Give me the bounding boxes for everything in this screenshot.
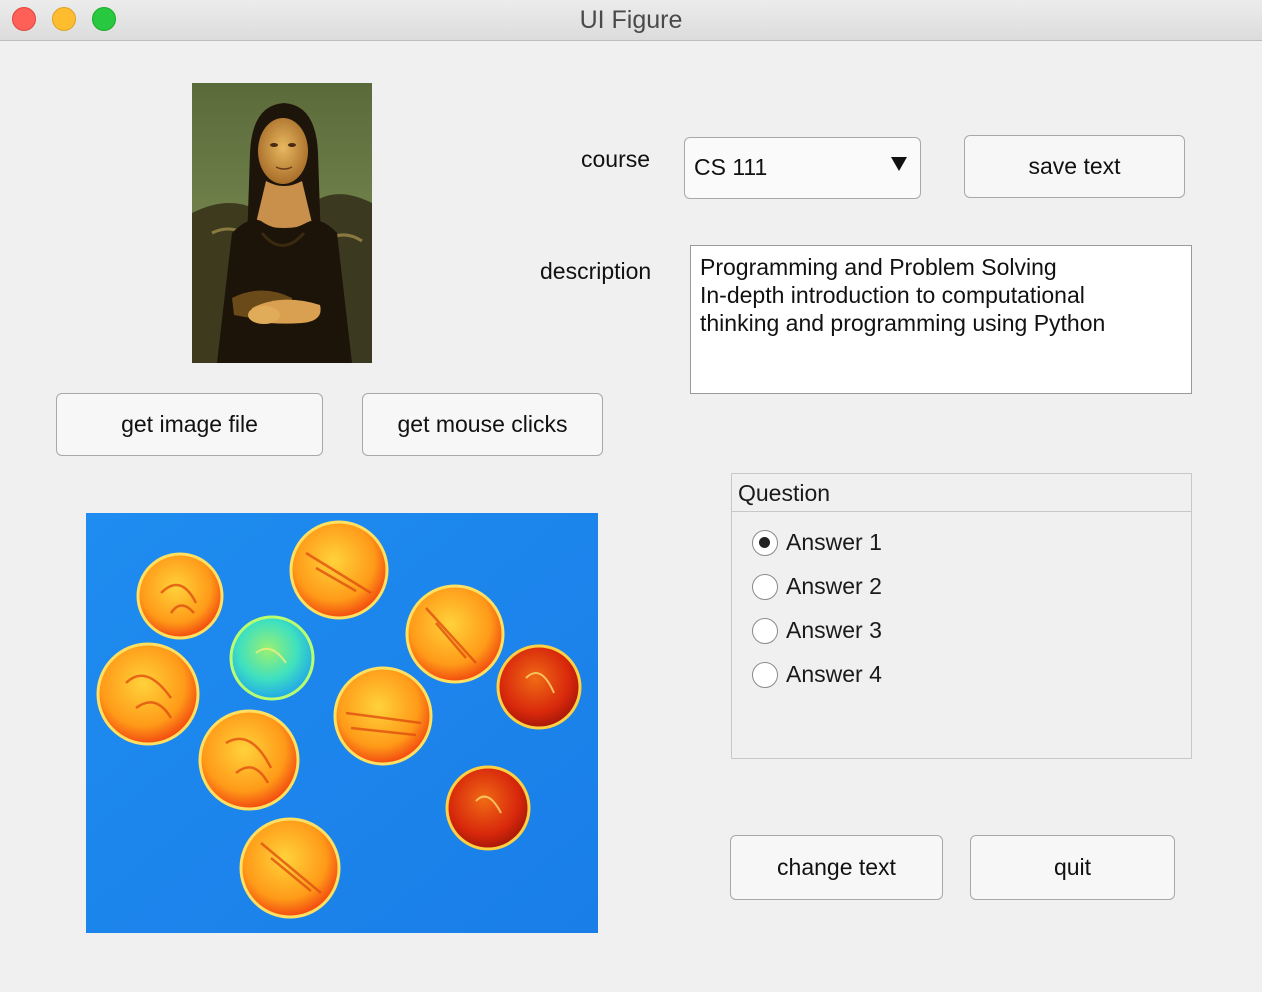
answer-label: Answer 2 <box>786 573 882 599</box>
description-label: description <box>540 258 652 284</box>
question-panel-title: Question <box>732 474 1191 512</box>
description-line: In-depth introduction to computational <box>700 282 1085 308</box>
description-line: Programming and Problem Solving <box>700 254 1057 280</box>
description-line: thinking and programming using Python <box>700 310 1106 336</box>
radio-unselected-icon[interactable] <box>752 617 778 644</box>
change-text-button[interactable]: change text <box>730 835 943 900</box>
answer-2-radio[interactable]: Answer 2 <box>752 573 882 600</box>
get-image-file-button[interactable]: get image file <box>56 393 323 456</box>
dropdown-arrow-icon[interactable] <box>891 157 907 171</box>
question-panel: Question Answer 1 Answer 2 Answer 3 Answ… <box>731 473 1192 759</box>
save-text-button[interactable]: save text <box>964 135 1185 198</box>
radio-unselected-icon[interactable] <box>752 573 778 600</box>
course-dropdown-value: CS 111 <box>694 154 768 180</box>
coins-image <box>86 513 598 933</box>
course-dropdown[interactable]: CS 111 <box>684 137 921 199</box>
portrait-image <box>192 83 372 363</box>
answer-3-radio[interactable]: Answer 3 <box>752 617 882 644</box>
answer-label: Answer 1 <box>786 529 882 555</box>
answer-1-radio[interactable]: Answer 1 <box>752 529 882 556</box>
description-textarea[interactable]: Programming and Problem Solving In-depth… <box>690 245 1192 394</box>
answer-label: Answer 3 <box>786 617 882 643</box>
radio-unselected-icon[interactable] <box>752 661 778 688</box>
course-label: course <box>581 146 651 172</box>
radio-selected-icon[interactable] <box>752 529 778 556</box>
answer-label: Answer 4 <box>786 661 882 687</box>
get-mouse-clicks-button[interactable]: get mouse clicks <box>362 393 603 456</box>
window-title: UI Figure <box>579 6 683 34</box>
window-titlebar: UI Figure <box>0 0 1262 41</box>
quit-button[interactable]: quit <box>970 835 1175 900</box>
answer-4-radio[interactable]: Answer 4 <box>752 661 882 688</box>
